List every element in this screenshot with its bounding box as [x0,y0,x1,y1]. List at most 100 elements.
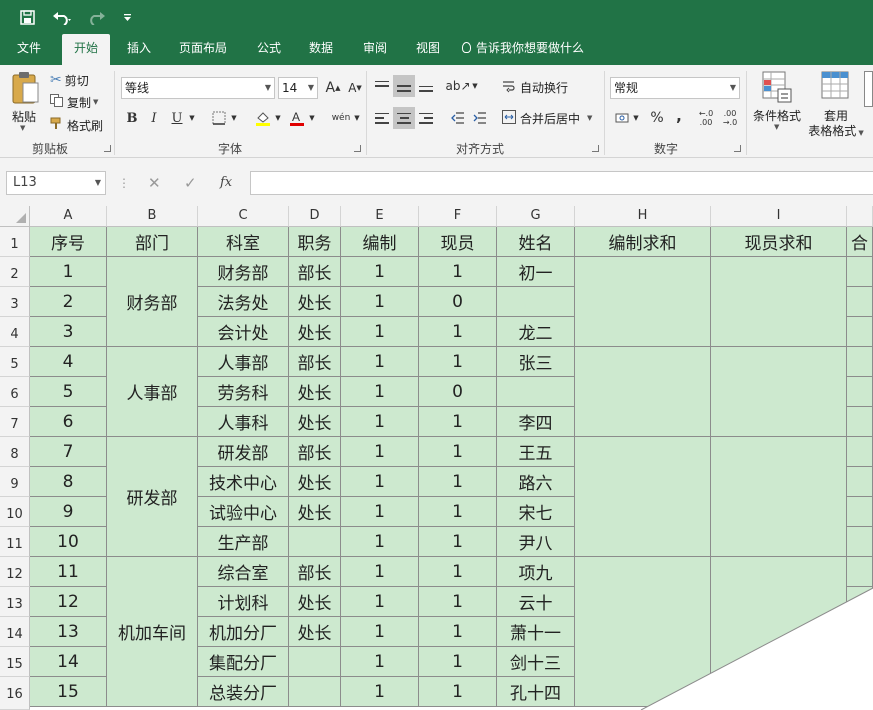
increase-decimal-button[interactable]: ←.0.00 [694,107,718,129]
row-header[interactable]: 13 [0,587,30,617]
number-launcher-icon[interactable] [734,145,741,152]
chevron-down-icon[interactable]: ▼ [228,107,240,129]
cancel-icon[interactable]: ✕ [148,171,161,195]
merge-center-button[interactable]: 合并后居中 ▼ [502,108,592,128]
tab-data[interactable]: 数据 [298,34,344,65]
table-cell[interactable] [289,677,341,707]
table-cell[interactable]: 12 [30,587,107,617]
table-cell[interactable]: 处长 [289,377,341,407]
table-cell[interactable]: 初一 [497,257,575,287]
table-cell[interactable]: 10 [30,527,107,557]
table-cell[interactable]: 处长 [289,407,341,437]
row-header[interactable]: 2 [0,257,30,287]
name-box[interactable]: L13 ▼ [6,171,106,195]
format-painter-button[interactable]: 格式刷 [50,116,103,134]
headcount-sum-cell[interactable] [575,347,711,437]
font-color-icon[interactable]: A [286,107,308,129]
row-header[interactable]: 14 [0,617,30,647]
table-cell[interactable] [847,677,873,707]
table-cell[interactable]: 1 [341,617,419,647]
table-cell[interactable]: 处长 [289,467,341,497]
department-cell[interactable]: 人事部 [107,347,198,437]
column-header[interactable]: H [575,206,711,227]
alignment-launcher-icon[interactable] [592,145,599,152]
table-cell[interactable]: 1 [419,617,497,647]
table-cell[interactable] [497,287,575,317]
table-cell[interactable] [497,377,575,407]
row-header[interactable]: 16 [0,677,30,710]
table-cell[interactable] [847,647,873,677]
redo-icon[interactable] [84,6,112,28]
table-cell[interactable]: 机加分厂 [198,617,289,647]
row-header[interactable]: 6 [0,377,30,407]
staff-sum-cell[interactable] [711,257,847,347]
table-cell[interactable]: 1 [419,257,497,287]
table-cell[interactable] [847,287,873,317]
department-cell[interactable]: 财务部 [107,257,198,347]
table-cell[interactable]: 张三 [497,347,575,377]
header-cell[interactable]: 合 [847,227,873,257]
headcount-sum-cell[interactable] [575,437,711,557]
conditional-formatting-button[interactable]: 条件格式 ▼ [750,71,804,141]
table-cell[interactable]: 1 [341,287,419,317]
row-header[interactable]: 5 [0,347,30,377]
chevron-down-icon[interactable]: ▼ [272,107,284,129]
table-cell[interactable]: 1 [341,347,419,377]
table-cell[interactable]: 综合室 [198,557,289,587]
borders-icon[interactable] [208,107,230,129]
header-cell[interactable]: 现员 [419,227,497,257]
table-cell[interactable]: 部长 [289,437,341,467]
table-cell[interactable] [847,617,873,647]
table-cell[interactable]: 1 [341,407,419,437]
header-cell[interactable]: 序号 [30,227,107,257]
table-cell[interactable]: 1 [419,437,497,467]
table-cell[interactable]: 集配分厂 [198,647,289,677]
table-cell[interactable]: 1 [419,317,497,347]
table-cell[interactable]: 14 [30,647,107,677]
select-all-corner[interactable] [0,206,30,227]
table-cell[interactable]: 总装分厂 [198,677,289,707]
increase-indent-icon[interactable] [469,107,491,129]
table-cell[interactable]: 研发部 [198,437,289,467]
tab-insert[interactable]: 插入 [116,34,162,65]
table-cell[interactable]: 6 [30,407,107,437]
formula-input[interactable] [250,171,873,195]
align-top-icon[interactable] [371,75,393,97]
align-bottom-icon[interactable] [415,75,437,97]
insert-function-icon[interactable]: fx [220,171,232,195]
table-cell[interactable]: 7 [30,437,107,467]
table-cell[interactable]: 9 [30,497,107,527]
table-cell[interactable] [847,407,873,437]
tab-file[interactable]: 文件 [6,34,52,65]
table-cell[interactable]: 1 [341,647,419,677]
table-cell[interactable] [847,467,873,497]
format-as-table-button[interactable]: 套用 表格格式 ▼ [806,71,866,141]
align-right-icon[interactable] [415,107,437,129]
table-cell[interactable]: 1 [341,587,419,617]
table-cell[interactable]: 孔十四 [497,677,575,707]
table-cell[interactable]: 云十 [497,587,575,617]
table-cell[interactable]: 0 [419,377,497,407]
table-cell[interactable]: 财务部 [198,257,289,287]
table-cell[interactable] [847,257,873,287]
align-left-icon[interactable] [371,107,393,129]
table-cell[interactable]: 1 [30,257,107,287]
table-cell[interactable]: 1 [419,407,497,437]
column-header[interactable]: C [198,206,289,227]
table-cell[interactable]: 处长 [289,587,341,617]
header-cell[interactable]: 科室 [198,227,289,257]
table-cell[interactable]: 1 [341,677,419,707]
table-cell[interactable]: 3 [30,317,107,347]
table-cell[interactable]: 部长 [289,557,341,587]
table-cell[interactable] [847,437,873,467]
table-cell[interactable]: 项九 [497,557,575,587]
tell-me-search[interactable]: 告诉我你想要做什么 [462,34,602,65]
headcount-sum-cell[interactable] [575,557,711,707]
table-cell[interactable]: 处长 [289,617,341,647]
table-cell[interactable]: 13 [30,617,107,647]
table-cell[interactable]: 部长 [289,347,341,377]
table-cell[interactable]: 路六 [497,467,575,497]
tab-formulas[interactable]: 公式 [246,34,292,65]
table-cell[interactable]: 计划科 [198,587,289,617]
row-header[interactable]: 4 [0,317,30,347]
